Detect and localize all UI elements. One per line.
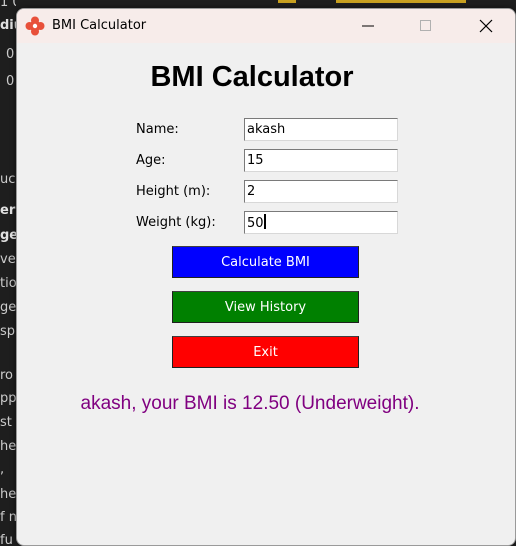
minimize-button[interactable] bbox=[339, 9, 397, 43]
background-text: st bbox=[0, 415, 12, 430]
weight-input[interactable]: 50 bbox=[244, 211, 398, 234]
background-text: sp bbox=[0, 324, 16, 339]
window-title: BMI Calculator bbox=[52, 18, 147, 33]
age-input-value: 15 bbox=[247, 153, 264, 168]
name-input-value: akash bbox=[247, 122, 286, 137]
maximize-button[interactable] bbox=[397, 9, 455, 43]
height-input[interactable]: 2 bbox=[244, 180, 398, 203]
background-text: he bbox=[0, 487, 16, 502]
background-text: pp bbox=[0, 391, 16, 406]
background-text: , bbox=[0, 462, 5, 477]
text-caret bbox=[263, 214, 266, 229]
view-history-button[interactable]: View History bbox=[172, 291, 359, 323]
background-text: ge bbox=[0, 228, 16, 243]
background-text: ro bbox=[0, 368, 14, 383]
page-title: BMI Calculator bbox=[150, 61, 354, 93]
background-editor-top bbox=[16, 0, 516, 8]
background-text: ve bbox=[0, 252, 16, 267]
weight-input-value: 50 bbox=[247, 216, 264, 231]
close-icon bbox=[479, 19, 493, 33]
background-text: ge bbox=[0, 300, 16, 315]
exit-button[interactable]: Exit bbox=[172, 336, 359, 368]
height-label: Height (m): bbox=[136, 184, 211, 199]
background-text: tio bbox=[0, 276, 16, 291]
calculate-bmi-button[interactable]: Calculate BMI bbox=[172, 246, 359, 278]
background-text: 0 bbox=[6, 47, 15, 62]
bmi-calculator-window: BMI Calculator BMI Calculator Name: akas… bbox=[16, 8, 516, 546]
name-input[interactable]: akash bbox=[244, 118, 398, 141]
background-text: uc bbox=[0, 172, 16, 187]
background-text: 1 0 issues bbox=[0, 0, 16, 10]
squiggle-underline bbox=[336, 0, 466, 3]
squiggle-underline bbox=[278, 0, 296, 3]
close-button[interactable] bbox=[457, 9, 515, 43]
background-text: he bbox=[0, 439, 16, 454]
background-text: er bbox=[0, 203, 16, 218]
name-label: Name: bbox=[136, 122, 179, 137]
minimize-icon bbox=[362, 25, 374, 27]
age-label: Age: bbox=[136, 153, 166, 168]
weight-label: Weight (kg): bbox=[136, 215, 216, 230]
background-text: f n bbox=[0, 510, 16, 525]
height-input-value: 2 bbox=[247, 184, 256, 199]
age-input[interactable]: 15 bbox=[244, 149, 398, 172]
background-editor: 1 0 issues diu 0 0 uc er ge ve tio ge sp… bbox=[0, 0, 16, 546]
bmi-result-text: akash, your BMI is 12.50 (Underweight). bbox=[80, 393, 420, 414]
background-text: fu bbox=[0, 533, 13, 546]
background-text: diu bbox=[0, 18, 16, 33]
background-text: 0 bbox=[6, 74, 15, 89]
title-bar[interactable]: BMI Calculator bbox=[17, 9, 515, 43]
app-icon bbox=[25, 16, 45, 36]
maximize-icon bbox=[420, 20, 431, 31]
